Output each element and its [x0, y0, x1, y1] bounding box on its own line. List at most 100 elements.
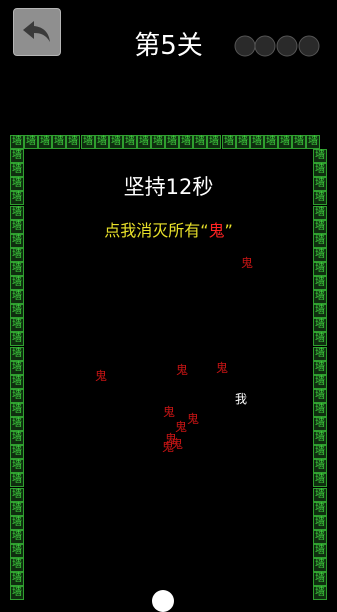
- wall-tile: 墙: [222, 135, 236, 149]
- ghost-enemy[interactable]: 鬼: [95, 369, 107, 383]
- wall-tile: 墙: [123, 135, 137, 149]
- wall-tile: 墙: [52, 135, 66, 149]
- wall-tile: 墙: [10, 431, 24, 445]
- wall-tile: 墙: [10, 417, 24, 431]
- wall-tile: 墙: [10, 403, 24, 417]
- wall-tile: 墙: [10, 248, 24, 262]
- wall-tile-char: 墙: [12, 587, 22, 598]
- wall-tile: 墙: [10, 530, 24, 544]
- wall-tile-char: 墙: [315, 545, 325, 556]
- wall-tile: 墙: [313, 502, 327, 516]
- wall-tile-char: 墙: [224, 136, 234, 147]
- wall-tile-char: 墙: [315, 517, 325, 528]
- wall-tile: 墙: [10, 361, 24, 375]
- wall-tile: 墙: [313, 347, 327, 361]
- instruction-prefix: 点我消灭所有: [104, 221, 201, 240]
- wall-tile-char: 墙: [315, 333, 325, 344]
- wall-tile-char: 墙: [153, 136, 163, 147]
- wall-tile-char: 墙: [54, 136, 64, 147]
- wall-tile-char: 墙: [12, 545, 22, 556]
- ghost-enemy[interactable]: 鬼: [163, 405, 175, 419]
- wall-tile: 墙: [264, 135, 278, 149]
- wall-tile-char: 墙: [68, 136, 78, 147]
- wall-tile-char: 墙: [12, 207, 22, 218]
- wall-tile-char: 墙: [315, 418, 325, 429]
- wall-tile-char: 墙: [12, 559, 22, 570]
- wall-tile-char: 墙: [315, 263, 325, 274]
- wall-tile: 墙: [313, 206, 327, 220]
- wall-tile-char: 墙: [315, 348, 325, 359]
- wall-tile-char: 墙: [97, 136, 107, 147]
- wall-tile: 墙: [313, 473, 327, 487]
- game-arena[interactable]: [24, 149, 313, 600]
- ghost-enemy[interactable]: 鬼: [187, 412, 199, 426]
- wall-tile-char: 墙: [315, 573, 325, 584]
- wall-tile-char: 墙: [315, 474, 325, 485]
- wall-tile-char: 墙: [12, 150, 22, 161]
- wall-tile-char: 墙: [125, 136, 135, 147]
- wall-tile-char: 墙: [12, 517, 22, 528]
- wall-tile: 墙: [313, 530, 327, 544]
- wall-tile: 墙: [10, 262, 24, 276]
- ghost-enemy[interactable]: 鬼: [216, 361, 228, 375]
- wall-tile-char: 墙: [12, 432, 22, 443]
- wall-tile-char: 墙: [238, 136, 248, 147]
- wall-tile: 墙: [313, 389, 327, 403]
- wall-tile-char: 墙: [12, 291, 22, 302]
- wall-tile-char: 墙: [12, 376, 22, 387]
- countdown-timer: 坚持12秒: [123, 175, 214, 199]
- wall-tile-char: 墙: [111, 136, 121, 147]
- wall-tile-char: 墙: [12, 362, 22, 373]
- player-character[interactable]: 我: [235, 392, 247, 406]
- wall-tile-char: 墙: [12, 249, 22, 260]
- wall-tile: 墙: [306, 135, 320, 149]
- wall-tile-char: 墙: [315, 559, 325, 570]
- wall-tile: 墙: [24, 135, 38, 149]
- wall-tile-char: 墙: [12, 460, 22, 471]
- wall-tile: 墙: [278, 135, 292, 149]
- wall-tile-char: 墙: [40, 136, 50, 147]
- wall-tile: 墙: [10, 290, 24, 304]
- wall-tile: 墙: [313, 361, 327, 375]
- wall-tile: 墙: [313, 459, 327, 473]
- wall-tile-char: 墙: [12, 489, 22, 500]
- wall-tile-char: 墙: [12, 503, 22, 514]
- wall-tile-char: 墙: [315, 319, 325, 330]
- wall-tile: 墙: [313, 304, 327, 318]
- wall-tile: 墙: [10, 473, 24, 487]
- wall-tile: 墙: [313, 318, 327, 332]
- wall-tile: 墙: [95, 135, 109, 149]
- wall-tile: 墙: [10, 304, 24, 318]
- wall-tile-char: 墙: [315, 390, 325, 401]
- wall-tile: 墙: [10, 206, 24, 220]
- wall-tile-char: 墙: [315, 460, 325, 471]
- wall-tile: 墙: [313, 586, 327, 600]
- wall-tile: 墙: [313, 276, 327, 290]
- wall-tile-char: 墙: [195, 136, 205, 147]
- wall-tile: 墙: [313, 544, 327, 558]
- wall-tile: 墙: [313, 332, 327, 346]
- wall-tile: 墙: [10, 516, 24, 530]
- ghost-enemy[interactable]: 鬼: [241, 256, 253, 270]
- ghost-enemy[interactable]: 鬼: [162, 440, 174, 454]
- wall-tile-char: 墙: [12, 136, 22, 147]
- wall-tile: 墙: [10, 375, 24, 389]
- wall-tile: 墙: [38, 135, 52, 149]
- wall-tile-char: 墙: [315, 376, 325, 387]
- wall-tile-char: 墙: [12, 305, 22, 316]
- wall-tile-char: 墙: [252, 136, 262, 147]
- wall-tile: 墙: [313, 431, 327, 445]
- wall-tile-char: 墙: [209, 136, 219, 147]
- wall-tile: 墙: [10, 586, 24, 600]
- wall-tile-char: 墙: [12, 277, 22, 288]
- instruction-text[interactable]: 点我消灭所有“鬼”: [0, 220, 337, 242]
- loading-spinner-icon: [234, 35, 320, 57]
- instruction-open-quote: “: [200, 221, 209, 240]
- wall-tile-char: 墙: [315, 150, 325, 161]
- ghost-enemy[interactable]: 鬼: [176, 363, 188, 377]
- wall-tile: 墙: [313, 248, 327, 262]
- wall-tile: 墙: [313, 290, 327, 304]
- wall-tile: 墙: [313, 572, 327, 586]
- wall-tile-char: 墙: [315, 277, 325, 288]
- wall-tile-char: 墙: [315, 446, 325, 457]
